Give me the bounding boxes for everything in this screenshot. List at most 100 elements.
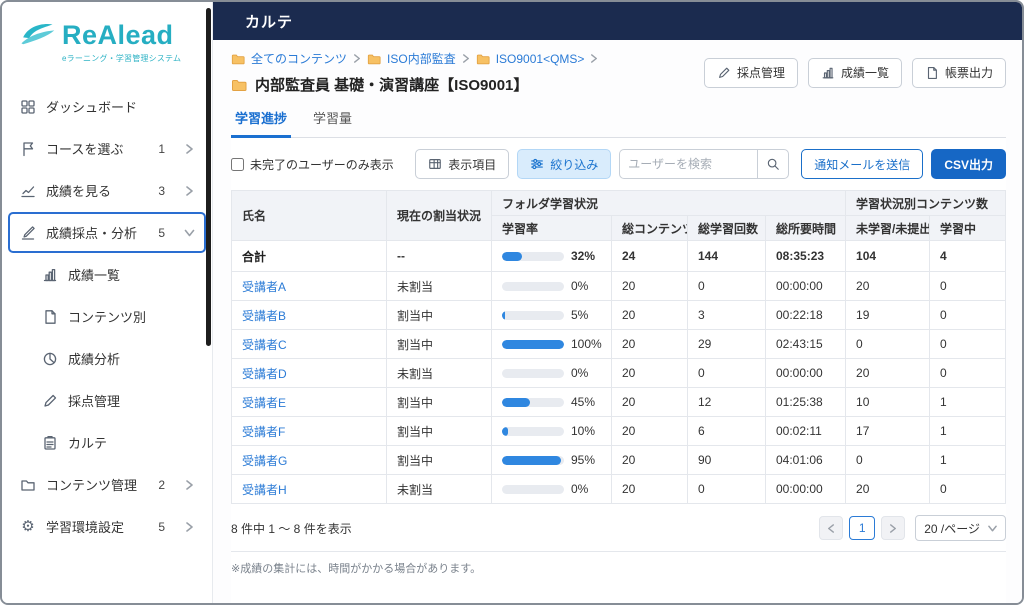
rate-cell: 100% [491, 329, 612, 359]
in-progress-cell: 0 [929, 474, 1006, 504]
student-name-link[interactable]: 受講者G [242, 454, 287, 468]
bar-chart-icon [42, 267, 58, 283]
tab-learning-volume[interactable]: 学習量 [309, 104, 356, 137]
col-header-total-contents: 総コンテンツ数 [611, 215, 688, 241]
search-input[interactable] [619, 149, 758, 179]
chevron-separator-icon [462, 54, 470, 63]
student-name-link[interactable]: 受講者D [242, 367, 287, 381]
sidebar-item-label: 学習環境設定 [46, 520, 125, 535]
prev-page-button[interactable] [819, 516, 844, 540]
display-items-button[interactable]: 表示項目 [415, 149, 510, 179]
student-name-link[interactable]: 受講者A [242, 280, 286, 294]
send-notification-mail-button[interactable]: 通知メールを送信 [801, 149, 924, 179]
sidebar-item-grade-list[interactable]: 成績一覧 [8, 254, 206, 295]
rate-cell: 0% [491, 271, 612, 301]
student-name-link[interactable]: 受講者E [242, 396, 286, 410]
not-started-cell: 20 [845, 358, 931, 388]
sidebar-scrollbar[interactable] [206, 8, 211, 346]
user-search [619, 149, 790, 179]
breadcrumb-link[interactable]: ISO9001<QMS> [496, 52, 585, 66]
progress-bar-fill [502, 310, 506, 320]
pie-chart-icon [42, 351, 58, 367]
pen-icon [719, 67, 730, 78]
total-contents-cell: 20 [611, 474, 688, 504]
filter-button[interactable]: 絞り込み [517, 149, 612, 179]
app-logo[interactable]: ReAlead eラーニング・学習管理システム [2, 14, 212, 72]
report-export-button[interactable]: 帳票出力 [911, 57, 1006, 88]
breadcrumb-link[interactable]: ISO内部監査 [387, 50, 456, 67]
incomplete-only-checkbox[interactable] [231, 157, 244, 171]
total-contents-cell: 20 [611, 387, 688, 417]
sidebar-item-choose-course[interactable]: コースを選ぶ 1 [8, 128, 206, 169]
main-area: カルテ 全てのコンテンツ ISO内部監査 ISO9001<QMS> 内部監査員 … [213, 2, 1022, 603]
student-name-link[interactable]: 合計 [242, 250, 266, 264]
total-time-cell: 01:25:38 [764, 387, 847, 417]
assign-status-cell: 未割当 [386, 358, 492, 388]
csv-export-button[interactable]: CSV出力 [931, 149, 1006, 179]
sidebar-item-grading-analysis[interactable]: 成績採点・分析 5 [8, 212, 206, 253]
total-count-cell: 0 [687, 358, 766, 388]
sidebar-item-view-grades[interactable]: 成績を見る 3 [8, 170, 206, 211]
sidebar-item-grading-management[interactable]: 採点管理 [8, 380, 206, 421]
progress-bar-fill [502, 251, 522, 261]
progress-bar-fill [502, 397, 530, 407]
total-time-cell: 08:35:23 [764, 240, 847, 272]
breadcrumb-link[interactable]: 全てのコンテンツ [251, 50, 347, 67]
folder-icon [20, 477, 36, 493]
sidebar-item-grade-analysis[interactable]: 成績分析 [8, 338, 206, 379]
sidebar-item-by-content[interactable]: コンテンツ別 [8, 296, 206, 337]
page-number-button[interactable]: 1 [849, 516, 876, 540]
not-started-cell: 0 [845, 329, 931, 359]
in-progress-cell: 0 [929, 300, 1006, 330]
total-count-cell: 6 [687, 416, 766, 446]
not-started-cell: 0 [845, 445, 931, 475]
next-page-button[interactable] [881, 516, 906, 540]
count-badge: 1 [158, 141, 165, 156]
not-started-cell: 17 [845, 416, 931, 446]
button-label: 絞り込み [550, 157, 599, 172]
document-icon [42, 309, 58, 325]
table-row: 受講者D 未割当 0% 20 0 00:00:00 20 0 [231, 358, 1006, 388]
rate-cell: 5% [491, 300, 612, 330]
progress-bar [502, 484, 564, 494]
content: 全てのコンテンツ ISO内部監査 ISO9001<QMS> 内部監査員 基礎・演… [213, 40, 1022, 603]
progress-percent-label: 0% [571, 279, 589, 293]
document-icon [927, 66, 937, 79]
grid-icon [20, 99, 36, 115]
sidebar-item-dashboard[interactable]: ダッシュボード [8, 86, 206, 127]
per-page-select[interactable]: 20 /ページ [915, 515, 1006, 541]
assign-status-cell: 未割当 [386, 474, 492, 504]
student-name-link[interactable]: 受講者F [242, 425, 285, 439]
total-contents-cell: 24 [611, 240, 688, 272]
student-name-link[interactable]: 受講者C [242, 338, 287, 352]
grading-management-button[interactable]: 採点管理 [703, 57, 798, 88]
count-badge: 5 [158, 519, 165, 534]
table-card: 未完了のユーザーのみ表示 表示項目 絞り込み ユーザーを検索 通知メールを送信 … [231, 138, 1006, 603]
button-label: 帳票出力 [944, 66, 993, 80]
sidebar-item-label: ダッシュボード [46, 100, 138, 115]
progress-bar-fill [502, 426, 509, 436]
per-page-label: 20 /ページ [924, 521, 980, 536]
total-count-cell: 0 [687, 474, 766, 504]
sidebar-item-learning-env-settings[interactable]: ⚙ 学習環境設定 5 [8, 506, 206, 547]
sidebar-item-karte[interactable]: カルテ [8, 422, 206, 463]
search-button[interactable] [757, 149, 790, 179]
student-name-link[interactable]: 受講者H [242, 483, 287, 497]
col-header-rate: 学習率 [491, 215, 612, 241]
sidebar-item-content-management[interactable]: コンテンツ管理 2 [8, 464, 206, 505]
rate-cell: 0% [491, 474, 612, 504]
pagination: 1 20 /ページ [819, 515, 1006, 541]
student-name-link[interactable]: 受講者B [242, 309, 286, 323]
rate-cell: 95% [491, 445, 612, 475]
rate-cell: 10% [491, 416, 612, 446]
table-footer: 8 件中 1 ～ 8 件を表示 1 20 /ページ [231, 504, 1006, 550]
grade-list-button[interactable]: 成績一覧 [807, 57, 902, 88]
total-contents-cell: 20 [611, 416, 688, 446]
progress-bar-fill [502, 339, 564, 349]
tab-learning-progress[interactable]: 学習進捗 [231, 104, 292, 138]
progress-bar [502, 339, 564, 349]
page-header-title: カルテ [245, 13, 294, 31]
col-group-content-status: 学習状況別コンテンツ数 [845, 190, 1006, 216]
result-count-text: 8 件中 1 ～ 8 件を表示 [231, 521, 352, 536]
progress-bar-fill [502, 455, 561, 465]
